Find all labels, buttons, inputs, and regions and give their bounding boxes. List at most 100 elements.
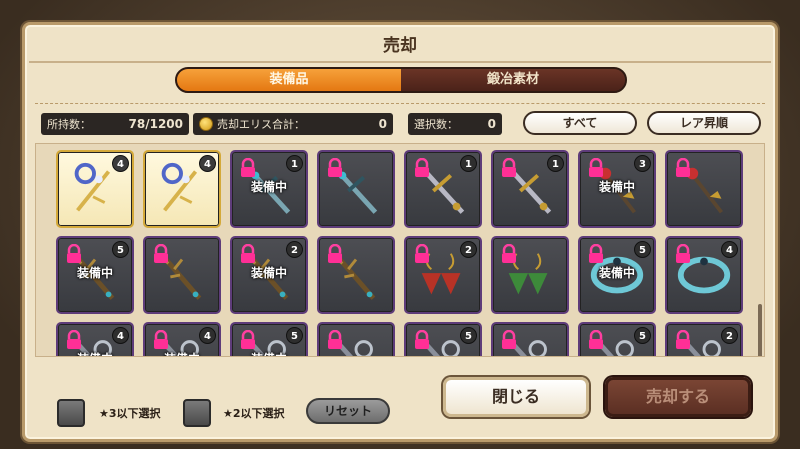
lock-icon [415,244,429,263]
lock-icon [154,244,168,263]
item-slot[interactable]: 5 装備中 [578,236,656,314]
item-quantity-badge: 1 [460,155,477,172]
item-grid: 441装備中113装備中5装備中2装備中25装備中44装備中4装備中5装備中55… [56,150,743,356]
lock-icon [676,158,690,177]
lock-icon [328,330,342,349]
equipped-label: 装備中 [598,266,635,280]
item-slot[interactable] [665,150,743,228]
grid-scrollbar[interactable] [758,304,762,356]
item-quantity-badge: 5 [460,327,477,344]
equipped-label: 装備中 [76,266,113,280]
item-slot[interactable]: 2 装備中 [230,236,308,314]
equipped-label: 装備中 [250,180,287,194]
item-slot[interactable]: 5 [404,322,482,356]
item-slot[interactable]: 1 [404,150,482,228]
sell-button[interactable]: 売却する [605,377,751,417]
dialog-titlebar: 売却 [29,29,771,63]
select-3star-checkbox[interactable] [57,399,85,427]
lock-icon [589,244,603,263]
item-slot[interactable]: 5 装備中 [56,236,134,314]
item-quantity-badge: 5 [634,241,651,258]
item-quantity-badge: 1 [286,155,303,172]
item-slot[interactable]: 4 [56,150,134,228]
item-slot[interactable]: 1 [491,150,569,228]
item-quantity-badge: 4 [199,155,216,172]
item-quantity-badge: 1 [547,155,564,172]
reset-button[interactable]: リセット [306,398,390,424]
item-slot[interactable]: 4 装備中 [143,322,221,356]
tab-smithing-materials[interactable]: 鍛冶素材 [401,69,625,91]
category-tabs: 装備品 鍛冶素材 [175,67,627,93]
lock-icon [502,330,516,349]
item-slot[interactable] [143,236,221,314]
item-slot[interactable]: 3 装備中 [578,150,656,228]
filter-all-button[interactable]: すべて [523,111,637,135]
item-slot[interactable] [491,236,569,314]
equipped-label: 装備中 [250,266,287,280]
item-quantity-badge: 2 [286,241,303,258]
sort-rarity-button[interactable]: レア昇順 [647,111,761,135]
selected-count: 選択数： 0 [408,113,502,135]
eris-total: 売却エリス合計： 0 [193,113,393,135]
item-slot[interactable]: 4 [143,150,221,228]
header-divider [35,103,765,104]
lock-icon [67,330,81,349]
sell-dialog: 売却 装備品 鍛冶素材 所持数： 78/1200 売却エリス合計： 0 選択数：… [22,22,778,442]
equipped-label: 装備中 [145,350,219,356]
lock-icon [241,244,255,263]
item-slot[interactable]: 4 装備中 [56,322,134,356]
item-slot[interactable] [317,322,395,356]
item-grid-frame: 441装備中113装備中5装備中2装備中25装備中44装備中4装備中5装備中55… [35,143,765,357]
item-quantity-badge: 3 [634,155,651,172]
equipped-label: 装備中 [58,350,132,356]
item-slot[interactable]: 5 装備中 [230,322,308,356]
item-slot[interactable] [491,322,569,356]
lock-icon [676,330,690,349]
item-slot[interactable]: 5 [578,322,656,356]
item-slot[interactable]: 1 装備中 [230,150,308,228]
item-slot[interactable] [317,150,395,228]
lock-icon [328,158,342,177]
item-quantity-badge: 4 [721,241,738,258]
select-3star-label: ★3以下選択 [99,407,161,420]
lock-icon [415,330,429,349]
item-quantity-badge: 4 [112,155,129,172]
lock-icon [676,244,690,263]
owned-count-label: 所持数： [47,118,91,131]
item-quantity-badge: 5 [112,241,129,258]
item-quantity-badge: 2 [460,241,477,258]
lock-icon [154,330,168,349]
selected-count-label: 選択数： [414,118,458,131]
eris-total-value: 0 [378,117,387,131]
item-slot[interactable]: 2 [665,322,743,356]
eris-coin-icon [199,117,213,131]
item-quantity-badge: 4 [112,327,129,344]
lock-icon [502,244,516,263]
close-button[interactable]: 閉じる [443,377,589,417]
selected-count-value: 0 [487,117,496,131]
lock-icon [589,158,603,177]
equipped-label: 装備中 [232,350,306,356]
select-2star-label: ★2以下選択 [223,407,285,420]
lock-icon [415,158,429,177]
item-slot[interactable] [317,236,395,314]
tab-equipment[interactable]: 装備品 [177,69,401,91]
item-quantity-badge: 2 [721,327,738,344]
lock-icon [241,330,255,349]
item-quantity-badge: 4 [199,327,216,344]
item-slot[interactable]: 4 [665,236,743,314]
item-quantity-badge: 5 [286,327,303,344]
lock-icon [589,330,603,349]
item-quantity-badge: 5 [634,327,651,344]
lock-icon [67,244,81,263]
eris-total-label: 売却エリス合計： [217,118,305,131]
owned-count-value: 78/1200 [128,117,183,131]
lock-icon [502,158,516,177]
item-slot[interactable]: 2 [404,236,482,314]
equipped-label: 装備中 [598,180,635,194]
lock-icon [328,244,342,263]
owned-count: 所持数： 78/1200 [41,113,189,135]
dialog-title: 売却 [383,36,417,56]
eris-total-label-wrap: 売却エリス合計： [199,116,379,132]
select-2star-checkbox[interactable] [183,399,211,427]
